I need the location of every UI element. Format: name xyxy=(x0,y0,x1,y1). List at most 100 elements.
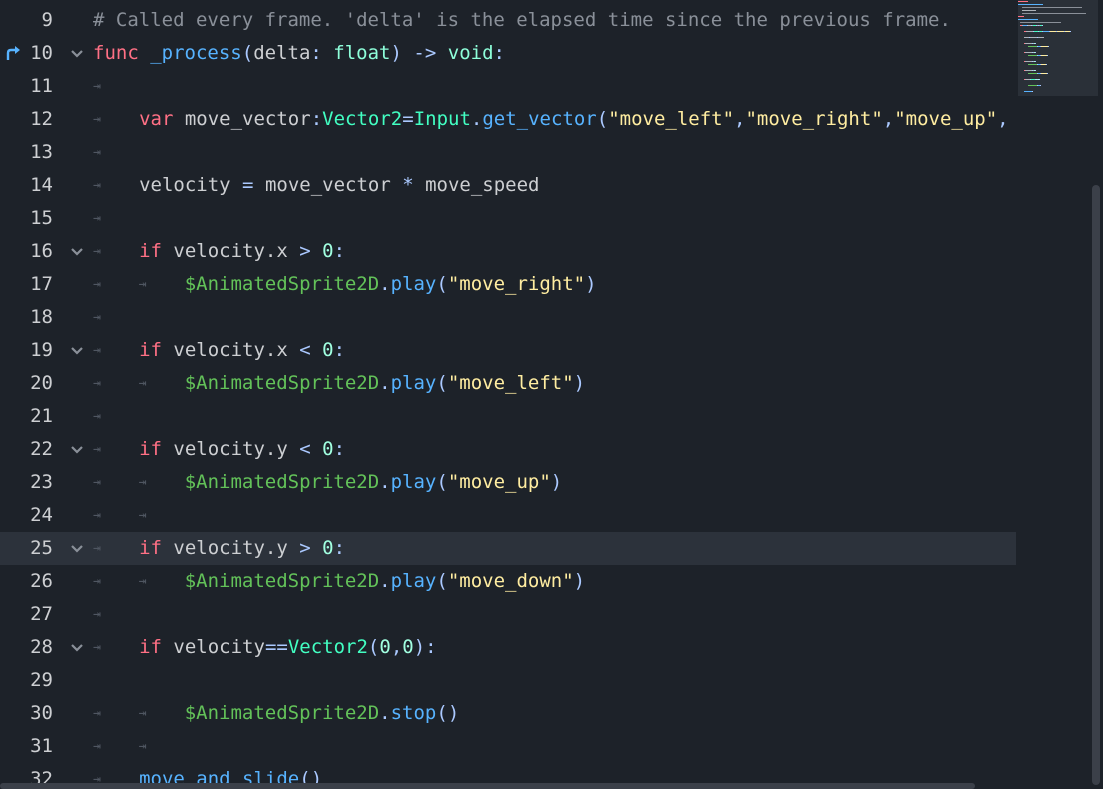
code-token: $AnimatedSprite2D xyxy=(184,372,380,394)
tab-indent-icon: ⇥ xyxy=(93,376,101,391)
code-line[interactable]: 22 ⇥ if velocity.y < 0: xyxy=(0,433,1016,466)
code-token: velocity.y xyxy=(161,438,300,460)
minimap-line xyxy=(1040,85,1041,86)
code-line[interactable]: 19 ⇥ if velocity.x < 0: xyxy=(0,334,1016,367)
tab-indent-icon: ⇥ xyxy=(93,607,101,622)
code-line[interactable]: 24 ⇥ ⇥ xyxy=(0,499,1016,532)
code-token: $AnimatedSprite2D xyxy=(184,471,380,493)
minimap-line xyxy=(1022,10,1036,11)
line-number: 20 xyxy=(30,372,53,394)
code-token: Vector2 xyxy=(322,108,403,130)
chevron-down-icon[interactable] xyxy=(70,641,84,655)
code-line[interactable]: 30 ⇥ ⇥ $AnimatedSprite2D.stop() xyxy=(0,697,1016,730)
code-line[interactable]: 12 ⇥ var move_vector:Vector2=Input.get_vec… xyxy=(0,103,1016,136)
horizontal-scrollbar[interactable] xyxy=(0,783,975,789)
code-line[interactable]: 21 ⇥ xyxy=(0,400,1016,433)
vertical-scrollbar[interactable] xyxy=(1092,185,1100,785)
chevron-down-icon[interactable] xyxy=(70,443,84,457)
minimap-line xyxy=(1022,13,1086,14)
tab-indent-icon: ⇥ xyxy=(93,475,101,490)
minimap-line xyxy=(1018,19,1038,20)
minimap-line xyxy=(1025,70,1032,71)
code-token: # Called every frame. 'delta' is the ela… xyxy=(93,9,951,31)
code-token: float xyxy=(333,42,391,64)
line-number: 16 xyxy=(30,240,53,262)
code-line[interactable]: 11 ⇥ xyxy=(0,70,1016,103)
code-line[interactable]: 26 ⇥ ⇥ $AnimatedSprite2D.play("move_down") xyxy=(0,565,1016,598)
code-line[interactable]: 25 ⇥ if velocity.y > 0: xyxy=(0,532,1016,565)
code-editor[interactable]: 9 # Called every frame. 'delta' is the el… xyxy=(0,0,1016,789)
minimap-viewport[interactable] xyxy=(1018,0,1098,96)
code-token: ) xyxy=(585,273,597,295)
code-token: . xyxy=(379,471,391,493)
code-token: var xyxy=(139,108,174,130)
chevron-down-icon[interactable] xyxy=(70,245,84,259)
minimap-line xyxy=(1035,52,1036,53)
code-token: delta xyxy=(253,42,311,64)
code-text: if velocity==Vector2(0,0): xyxy=(139,631,437,664)
minimap-line xyxy=(1047,55,1048,56)
code-token: "move_left" xyxy=(447,372,574,394)
code-line[interactable]: 27 ⇥ xyxy=(0,598,1016,631)
code-text: $AnimatedSprite2D.play("move_down") xyxy=(185,565,585,598)
code-token: "move_right" xyxy=(745,108,883,130)
code-token: ): xyxy=(413,636,437,658)
line-number: 9 xyxy=(41,9,53,31)
line-number: 30 xyxy=(30,702,53,724)
code-token: _process xyxy=(150,42,242,64)
code-token: > xyxy=(299,240,311,262)
code-token: move_speed xyxy=(413,174,540,196)
chevron-down-icon[interactable] xyxy=(70,47,84,61)
code-token: "move_left" xyxy=(608,108,735,130)
line-number: 12 xyxy=(30,108,53,130)
code-token: ) xyxy=(573,372,586,394)
minimap[interactable] xyxy=(1016,0,1103,789)
code-line[interactable]: 18 ⇥ xyxy=(0,301,1016,334)
minimap-line xyxy=(1038,37,1044,38)
code-line[interactable]: 23 ⇥ ⇥ $AnimatedSprite2D.play("move_up") xyxy=(0,466,1016,499)
code-line[interactable]: 15 ⇥ xyxy=(0,202,1016,235)
code-token: = xyxy=(242,174,254,196)
code-line[interactable]: 16 ⇥ if velocity.x > 0: xyxy=(0,235,1016,268)
minimap-line xyxy=(1025,52,1032,53)
line-number: 19 xyxy=(30,339,53,361)
code-line[interactable]: 17 ⇥ ⇥ $AnimatedSprite2D.play("move_right") xyxy=(0,268,1016,301)
code-line[interactable]: 13 ⇥ xyxy=(0,136,1016,169)
code-token: : xyxy=(310,108,323,130)
code-text: $AnimatedSprite2D.play("move_up") xyxy=(185,466,563,499)
code-line[interactable]: 29 xyxy=(0,664,1016,697)
minimap-line xyxy=(1046,64,1047,65)
tab-indent-icon: ⇥ xyxy=(93,178,101,193)
code-token: void xyxy=(447,42,494,64)
chevron-down-icon[interactable] xyxy=(70,542,84,556)
code-line[interactable]: 31 ⇥ ⇥ xyxy=(0,730,1016,763)
code-text: if velocity.x > 0: xyxy=(139,235,345,268)
line-number: 14 xyxy=(30,174,53,196)
code-token: Input xyxy=(413,108,471,130)
tab-indent-icon: ⇥ xyxy=(138,574,147,589)
code-token: if xyxy=(139,339,162,361)
minimap-line xyxy=(1047,73,1048,74)
line-number: 17 xyxy=(30,273,53,295)
code-line[interactable]: 28 ⇥ if velocity==Vector2(0,0): xyxy=(0,631,1016,664)
chevron-down-icon[interactable] xyxy=(70,344,84,358)
code-token: play xyxy=(390,570,437,592)
line-number: 15 xyxy=(30,207,53,229)
code-line[interactable]: 10 func _process(delta: float) -> void: xyxy=(0,37,1016,70)
minimap-line xyxy=(1018,4,1043,5)
tab-indent-icon: ⇥ xyxy=(138,706,147,721)
code-token: . xyxy=(379,273,391,295)
code-token: if xyxy=(139,636,162,658)
code-token: : xyxy=(333,240,346,262)
code-line[interactable]: 14 ⇥ velocity = move_vector * move_speed xyxy=(0,169,1016,202)
code-line[interactable]: 9 # Called every frame. 'delta' is the el… xyxy=(0,4,1016,37)
code-token: $AnimatedSprite2D xyxy=(184,273,380,295)
tab-indent-icon: ⇥ xyxy=(93,343,101,358)
code-token: $AnimatedSprite2D xyxy=(184,702,380,724)
minimap-line xyxy=(1024,91,1032,92)
code-line[interactable]: 20 ⇥ ⇥ $AnimatedSprite2D.play("move_left") xyxy=(0,367,1016,400)
